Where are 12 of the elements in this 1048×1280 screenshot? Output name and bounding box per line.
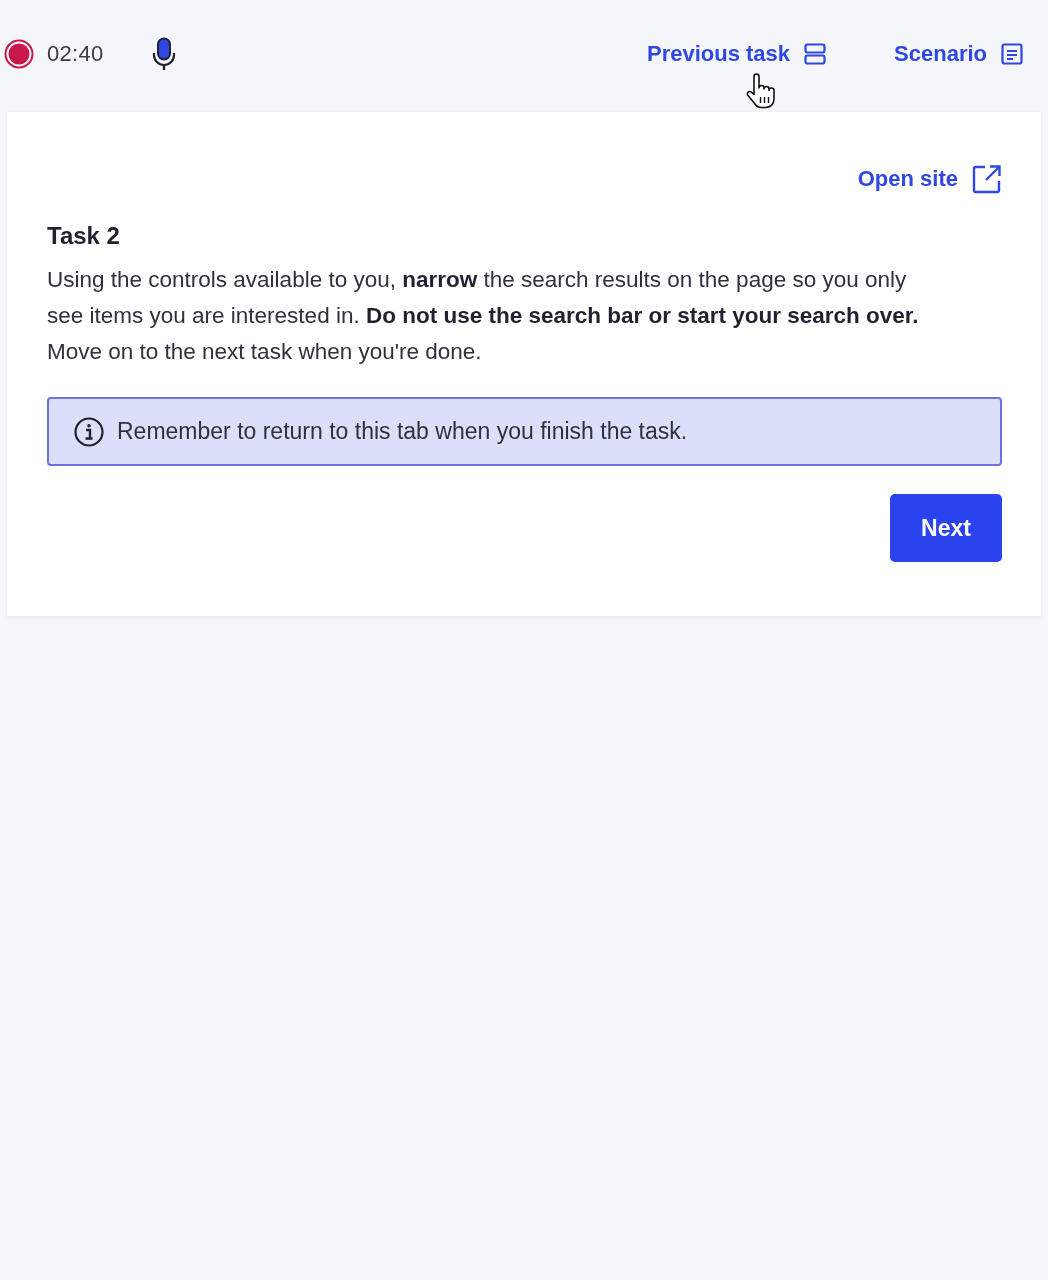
- notice-text: Remember to return to this tab when you finish the task.: [117, 418, 688, 445]
- recording-timer: 02:40: [47, 41, 104, 67]
- task-instructions: Using the controls available to you, narrow the search results on the page so you only see items you are interested in. Do not use the search bar or start your search over. Move on to the next task when you're done.: [47, 266, 920, 366]
- scenario-link[interactable]: Scenario: [894, 41, 1023, 67]
- next-button[interactable]: Next: [890, 494, 1002, 562]
- open-site-link[interactable]: Open site: [857, 164, 1002, 194]
- stacked-rows-icon: [804, 43, 827, 65]
- info-icon: [74, 416, 104, 447]
- external-link-icon: [972, 164, 1002, 194]
- document-icon: [1001, 43, 1023, 65]
- previous-task-link[interactable]: Previous task: [647, 41, 827, 67]
- task-title: Task 2: [47, 222, 121, 250]
